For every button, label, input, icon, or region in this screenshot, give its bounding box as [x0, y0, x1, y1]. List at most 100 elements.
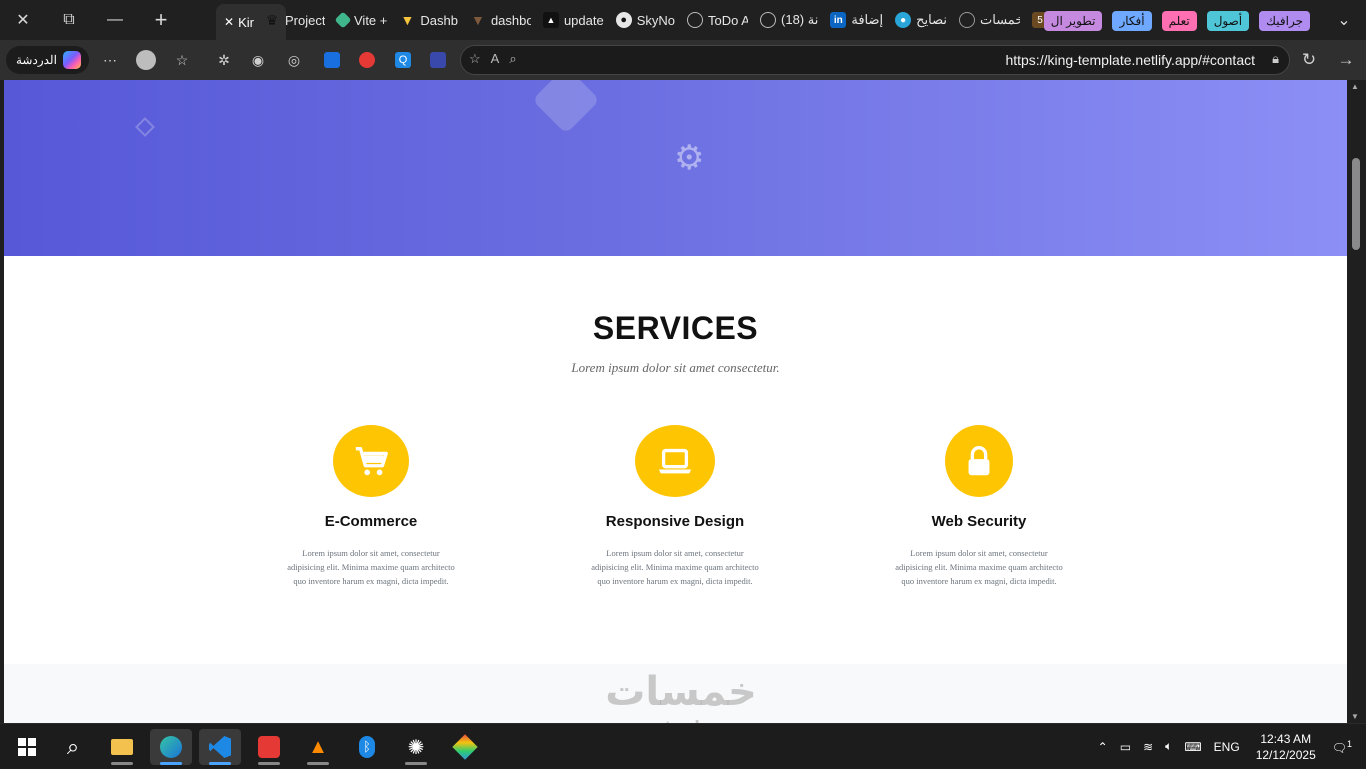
tab-group-learn[interactable]: تعلم: [1161, 11, 1197, 31]
tab-khamsat[interactable]: خمسات: [953, 0, 1026, 40]
favorites-icon[interactable]: ☆: [172, 50, 192, 70]
search-page-icon[interactable]: ⌕: [509, 51, 516, 67]
tab-title: (18) نة: [781, 12, 819, 27]
tab-title: Project: [285, 12, 325, 28]
gear-icon: ⚙: [674, 139, 705, 177]
favorite-star-icon[interactable]: ☆: [469, 51, 481, 67]
profile-avatar[interactable]: [136, 50, 156, 70]
decor-small-diamond: [135, 117, 155, 137]
close-window-icon[interactable]: ✕: [0, 0, 46, 40]
service-card: Web Security Lorem ipsum dolor sit amet,…: [894, 425, 1064, 588]
tab-18[interactable]: (18) نة: [754, 0, 824, 40]
keyboard-icon[interactable]: ⌨: [1184, 740, 1201, 754]
github-icon: ●: [615, 12, 632, 28]
calendar-app-icon[interactable]: [248, 729, 290, 765]
tab-list: ♛ Project Vite + ▼ Dashb ▼ dashbo ▲ update ●…: [258, 0, 1054, 40]
new-tab-icon[interactable]: +: [138, 0, 184, 40]
extensions-icon[interactable]: ✲: [214, 50, 234, 70]
extension-dark-icon[interactable]: [428, 50, 448, 70]
tab-linkedin[interactable]: in إضافة: [824, 0, 889, 40]
notification-icon[interactable]: 🗨︎1: [1332, 739, 1352, 755]
globe-icon: [687, 12, 704, 28]
decor-diamond: [532, 80, 600, 134]
tab-group-ideas[interactable]: أفكار: [1112, 11, 1152, 31]
tab-vite[interactable]: Vite +: [331, 0, 393, 40]
chatgpt-icon[interactable]: ✺: [395, 729, 437, 765]
tab-dashboard[interactable]: ▼ Dashb: [393, 0, 464, 40]
tab-group-assets[interactable]: أصول: [1206, 11, 1250, 31]
taskbar: ⌕ ▲ ᛒ ✺ ⌃ ▭ ≋ 🔈︎ ⌨ ENG 12:43 AM 12/12/20…: [0, 723, 1366, 768]
address-bar[interactable]: ☆ A ⌕ https://king-template.netlify.app/…: [460, 45, 1290, 75]
tab-actions-icon[interactable]: ⧉: [46, 0, 92, 40]
hero-section: ⚙: [4, 80, 1347, 256]
service-icon-circle: [635, 425, 715, 497]
tab-close-icon[interactable]: ✕: [224, 15, 234, 29]
read-aloud-icon[interactable]: A: [491, 51, 500, 67]
minimize-icon[interactable]: —: [92, 0, 138, 40]
start-windows-icon[interactable]: [6, 729, 48, 765]
tab-group-dev[interactable]: تطوير ال: [1043, 11, 1103, 31]
refresh-icon[interactable]: ↻: [1299, 50, 1319, 70]
language-indicator[interactable]: ENG: [1214, 740, 1240, 754]
service-card: E-Commerce Lorem ipsum dolor sit amet, c…: [286, 425, 456, 588]
tab-title: نصايح: [916, 12, 948, 27]
triangle-icon: ▲: [542, 12, 559, 28]
tab-group-graphics[interactable]: جرافيك: [1259, 11, 1310, 31]
clock[interactable]: 12:43 AM 12/12/2025: [1256, 731, 1316, 763]
tab-project[interactable]: ♛ Project: [258, 0, 331, 40]
chatgpt-icon: [959, 12, 976, 28]
edge-icon[interactable]: [150, 729, 192, 765]
globe-icon: [760, 12, 777, 28]
scroll-thumb[interactable]: [1352, 158, 1360, 250]
bluetooth-icon[interactable]: ᛒ: [346, 729, 388, 765]
tab-groups: تطوير ال أفكار تعلم أصول جرافيك: [1043, 11, 1310, 31]
scroll-up-icon[interactable]: ▲: [1351, 82, 1359, 91]
tab-update[interactable]: ▲ update: [537, 0, 610, 40]
copilot-button[interactable]: الدردشة: [6, 46, 89, 74]
vue-icon: ▼: [471, 12, 485, 28]
vscode-icon[interactable]: [199, 729, 241, 765]
clock-time: 12:43 AM: [1260, 731, 1312, 746]
extension-blue-icon[interactable]: [322, 50, 342, 70]
tab-skynote[interactable]: ● SkyNo: [610, 0, 681, 40]
tab-title: Dashb: [420, 12, 458, 28]
service-name: Responsive Design: [605, 513, 745, 530]
tab-title: ToDo A: [708, 12, 749, 28]
services-title: SERVICES: [592, 310, 759, 346]
laptop-icon: [658, 448, 692, 474]
page-scrollbar[interactable]: ▲ ▼: [1347, 80, 1366, 723]
tab-title: Vite +: [354, 12, 388, 28]
battery-icon[interactable]: ▭: [1120, 740, 1131, 754]
tab-title: خمسات: [980, 12, 1021, 27]
system-tray: ⌃ ▭ ≋ 🔈︎ ⌨ ENG 12:43 AM 12/12/2025 🗨︎1: [1092, 724, 1366, 769]
extension-q-icon[interactable]: Q: [393, 50, 413, 70]
watermark-arabic: خمسات: [605, 669, 757, 715]
tab-todo[interactable]: ToDo A: [681, 0, 754, 40]
file-explorer-icon[interactable]: [101, 729, 143, 765]
service-icon-circle: [333, 425, 409, 497]
url-text[interactable]: https://king-template.netlify.app/#conta…: [1005, 52, 1255, 68]
search-icon[interactable]: ⌕: [52, 729, 94, 765]
tab-title: إضافة: [851, 12, 884, 27]
vite-icon: [334, 11, 352, 29]
scroll-down-icon[interactable]: ▼: [1351, 712, 1359, 721]
service-icon-circle: [945, 425, 1013, 497]
tab-dashboard-2[interactable]: ▼ dashbo: [464, 0, 537, 40]
tab-search-chevron-icon[interactable]: ⌄: [1322, 0, 1366, 40]
volume-icon[interactable]: 🔈︎: [1165, 739, 1172, 754]
extension-red-icon[interactable]: [357, 50, 377, 70]
chevron-up-icon[interactable]: ⌃: [1098, 740, 1108, 754]
service-description: Lorem ipsum dolor sit amet, consectetur …: [287, 548, 455, 586]
tab-title: SkyNo: [636, 12, 676, 28]
tab-tips[interactable]: ● نصايح: [889, 0, 953, 40]
vlc-icon[interactable]: ▲: [297, 729, 339, 765]
forward-icon[interactable]: →: [1336, 50, 1356, 70]
extension-target-icon[interactable]: ◎: [284, 50, 304, 70]
lock-icon[interactable]: 🔒︎: [1272, 51, 1279, 67]
wifi-icon[interactable]: ≋: [1143, 740, 1153, 754]
vue-icon: ▼: [400, 12, 415, 28]
more-icon[interactable]: ⋯: [100, 50, 120, 70]
tab-strip: ✕ ⧉ — + ✕ Kir ♛ Project Vite + ▼ Dashb ▼ da…: [0, 0, 1366, 40]
extension-owl-icon[interactable]: ◉: [248, 50, 268, 70]
git-icon[interactable]: [444, 729, 486, 765]
